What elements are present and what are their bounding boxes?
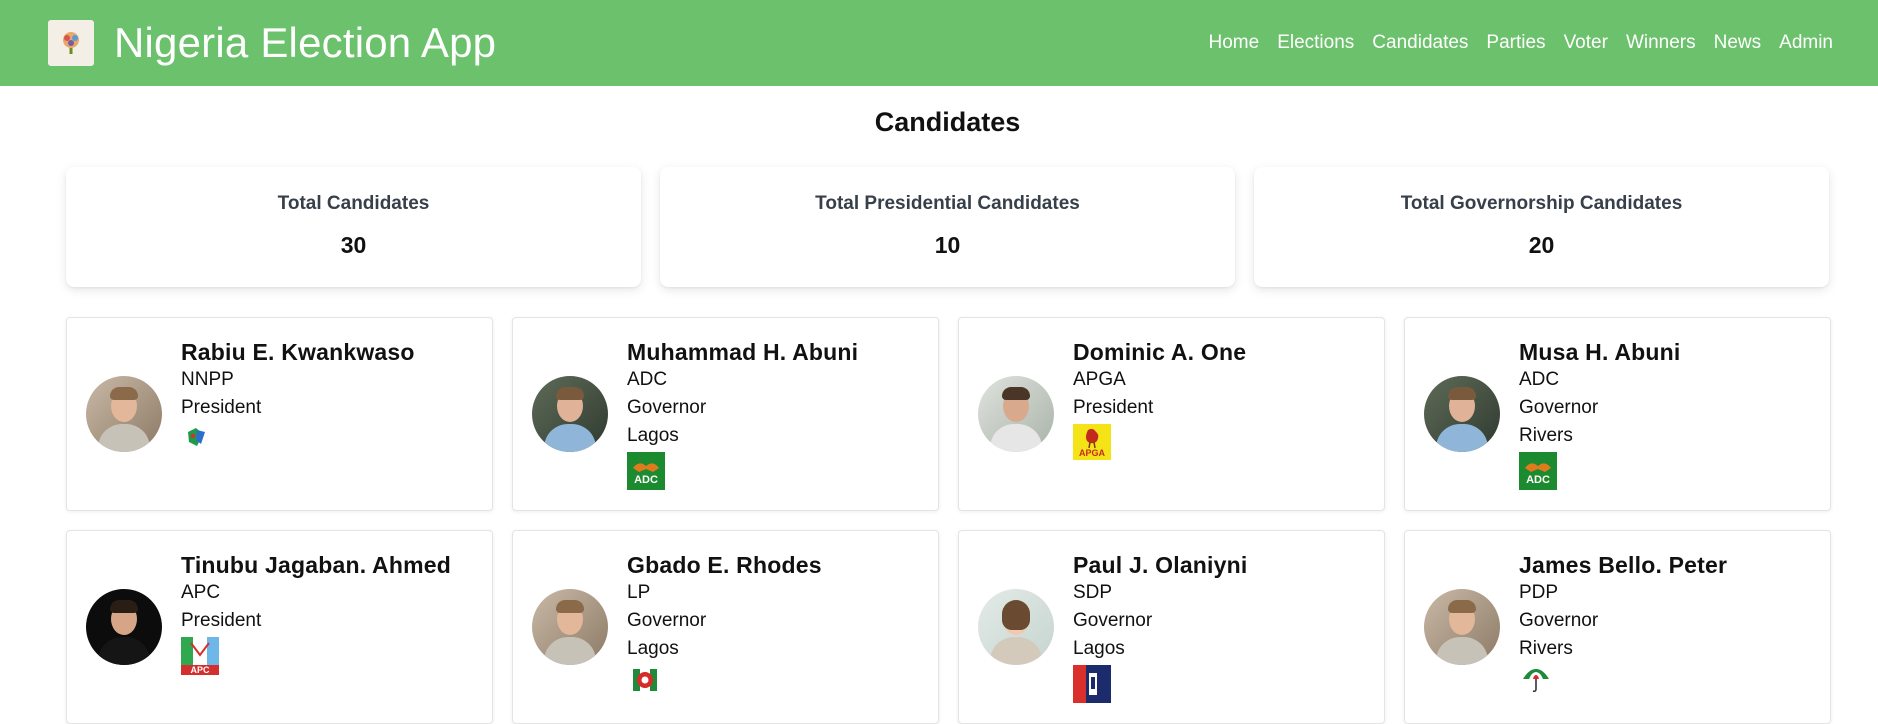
candidate-avatar [1424, 376, 1500, 452]
adc-logo-icon: ADC [1519, 452, 1557, 490]
page-title: Candidates [874, 107, 1021, 137]
candidate-card[interactable]: Tinubu Jagaban. Ahmed APC President APC [66, 530, 493, 724]
candidate-avatar [978, 376, 1054, 452]
candidate-party: SDP [1073, 582, 1113, 603]
stat-card-governorship: Total Governorship Candidates 20 [1254, 167, 1829, 287]
candidate-name: Paul J. Olaniyni [1073, 552, 1248, 578]
adc-logo-label: ADC [1526, 474, 1550, 486]
nnpp-logo-icon [187, 428, 205, 446]
candidate-office: Governor [1073, 610, 1153, 631]
stat-card-total: Total Candidates 30 [66, 167, 641, 287]
apga-logo-icon: APGA [1073, 424, 1111, 460]
candidate-card[interactable]: Rabiu E. Kwankwaso NNPP President [66, 317, 493, 511]
apc-logo-icon: APC [181, 637, 219, 675]
candidate-name: Musa H. Abuni [1519, 339, 1681, 365]
apga-logo-label: APGA [1079, 448, 1106, 458]
adc-logo-icon: ADC [627, 452, 665, 490]
sdp-logo-icon [1073, 665, 1111, 703]
candidate-office: Governor [1519, 610, 1599, 631]
stat-label: Total Governorship Candidates [1400, 193, 1683, 214]
nav-voter[interactable]: Voter [1555, 32, 1617, 54]
stat-value: 10 [934, 232, 961, 258]
candidate-avatar [532, 589, 608, 665]
stat-card-presidential: Total Presidential Candidates 10 [660, 167, 1235, 287]
candidate-name: James Bello. Peter [1519, 552, 1728, 578]
candidate-office: President [1073, 397, 1154, 418]
candidate-party: APGA [1073, 369, 1126, 390]
candidate-card[interactable]: Paul J. Olaniyni SDP Governor Lagos [958, 530, 1385, 724]
candidate-avatar [86, 376, 162, 452]
election-logo-icon[interactable] [48, 20, 94, 66]
nav-elections[interactable]: Elections [1268, 32, 1363, 54]
stat-label: Total Candidates [277, 193, 430, 214]
app-title[interactable]: Nigeria Election App [114, 19, 496, 67]
candidate-state: Lagos [1073, 638, 1125, 659]
candidate-card[interactable]: Musa H. Abuni ADC Governor Rivers ADC [1404, 317, 1831, 511]
candidate-state: Lagos [627, 638, 679, 659]
candidate-name: Tinubu Jagaban. Ahmed [181, 552, 452, 578]
candidate-state: Rivers [1519, 638, 1573, 659]
candidate-office: Governor [1519, 397, 1599, 418]
nav-winners[interactable]: Winners [1617, 32, 1705, 54]
candidate-party: LP [627, 582, 651, 603]
candidate-party: PDP [1519, 582, 1559, 603]
candidate-avatar [1424, 589, 1500, 665]
candidate-card[interactable]: Dominic A. One APGA President APGA [958, 317, 1385, 511]
nav-news[interactable]: News [1705, 32, 1771, 54]
main-nav: Home Elections Candidates Parties Voter … [1200, 32, 1843, 54]
candidate-name: Muhammad H. Abuni [627, 339, 859, 365]
candidate-card[interactable]: Gbado E. Rhodes LP Governor Lagos [512, 530, 939, 724]
apc-logo-label: APC [190, 665, 210, 675]
stat-value: 30 [340, 232, 367, 258]
candidate-name: Rabiu E. Kwankwaso [181, 339, 415, 365]
candidate-avatar [978, 589, 1054, 665]
candidate-card[interactable]: James Bello. Peter PDP Governor Rivers [1404, 530, 1831, 724]
adc-logo-label: ADC [634, 474, 658, 486]
candidate-office: Governor [627, 610, 707, 631]
nav-admin[interactable]: Admin [1770, 32, 1842, 54]
candidate-state: Rivers [1519, 425, 1573, 446]
candidate-office: President [181, 610, 262, 631]
candidate-party: ADC [627, 369, 668, 390]
candidate-party: ADC [1519, 369, 1560, 390]
candidates-grid: Rabiu E. Kwankwaso NNPP President Muhamm… [66, 317, 1831, 724]
top-navbar: Nigeria Election App Home Elections Cand… [0, 0, 1878, 86]
stat-label: Total Presidential Candidates [815, 193, 1080, 214]
candidate-office: Governor [627, 397, 707, 418]
candidate-avatar [86, 589, 162, 665]
lp-logo-icon [633, 669, 657, 691]
stat-value: 20 [1528, 232, 1555, 258]
candidate-office: President [181, 397, 262, 418]
nav-home[interactable]: Home [1200, 32, 1269, 54]
candidate-card[interactable]: Muhammad H. Abuni ADC Governor Lagos ADC [512, 317, 939, 511]
candidate-party: NNPP [181, 369, 234, 390]
candidate-name: Gbado E. Rhodes [627, 552, 822, 578]
candidate-state: Lagos [627, 425, 679, 446]
nav-parties[interactable]: Parties [1477, 32, 1554, 54]
stats-row: Total Candidates 30 Total Presidential C… [66, 167, 1829, 287]
candidate-name: Dominic A. One [1073, 339, 1247, 365]
nav-candidates[interactable]: Candidates [1363, 32, 1477, 54]
pdp-logo-icon [1523, 669, 1549, 693]
candidate-avatar [532, 376, 608, 452]
candidate-party: APC [181, 582, 221, 603]
